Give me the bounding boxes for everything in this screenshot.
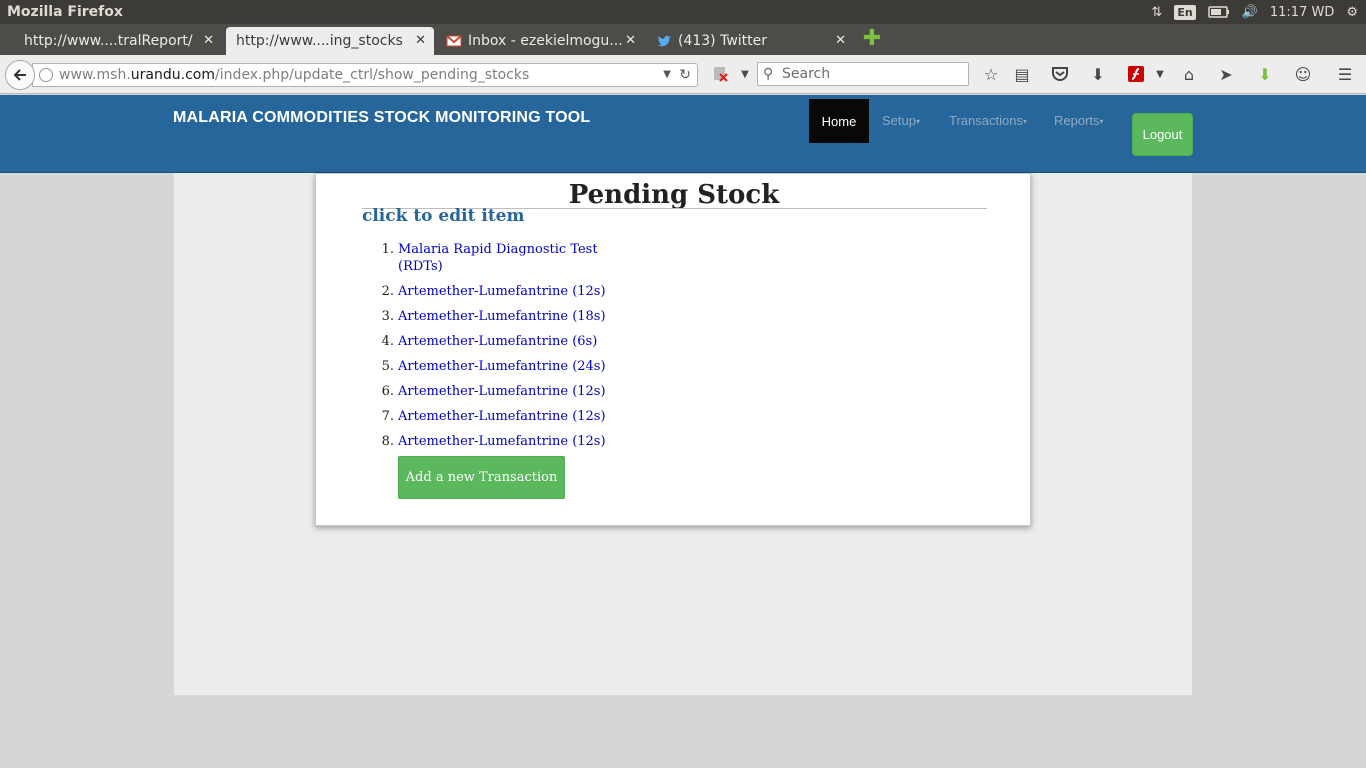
nav-transactions-label: Transactions (949, 113, 1023, 128)
gmail-icon (446, 33, 462, 49)
list-item: 1. Malaria Rapid Diagnostic Test (RDTs) (374, 241, 634, 275)
tab-label: Inbox - ezekielmogu... (468, 33, 623, 49)
tab-label: http://www....tralReport/ (24, 33, 193, 49)
add-transaction-button[interactable]: Add a new Transaction (398, 456, 565, 499)
close-tab-icon[interactable]: ✕ (415, 33, 426, 48)
window-title: Mozilla Firefox (7, 4, 123, 20)
subtitle: click to edit item (362, 206, 525, 226)
item-link[interactable]: Malaria Rapid Diagnostic Test (RDTs) (398, 242, 598, 274)
item-link[interactable]: Artemether-Lumefantrine (24s) (398, 359, 606, 374)
url-host: urandu.com (130, 67, 215, 83)
item-number: 3. (381, 309, 394, 324)
reading-list-icon[interactable]: ▤ (1012, 64, 1032, 84)
green-download-icon[interactable]: ⬇ (1255, 64, 1275, 84)
item-number: 4. (381, 334, 394, 349)
list-item: 2. Artemether-Lumefantrine (12s) (374, 283, 634, 300)
list-item: 7. Artemether-Lumefantrine (12s) (374, 408, 634, 425)
search-field[interactable]: ⚲ Search (757, 62, 969, 86)
nav-setup-dropdown[interactable]: Setup▾ (882, 113, 920, 128)
os-top-panel: Mozilla Firefox ⇅ En 🔊 11:17 WD ⚙ (0, 0, 1366, 24)
tab-strip: http://www....tralReport/ ✕ http://www..… (0, 24, 1366, 55)
system-tray: ⇅ En 🔊 11:17 WD ⚙ (1151, 0, 1358, 24)
nav-setup-label: Setup (882, 113, 916, 128)
tab-central-report[interactable]: http://www....tralReport/ ✕ (14, 27, 222, 55)
nav-reports-label: Reports (1054, 113, 1100, 128)
tab-pending-stocks[interactable]: http://www....ing_stocks ✕ (226, 27, 434, 55)
close-tab-icon[interactable]: ✕ (835, 33, 846, 48)
item-number: 6. (381, 384, 394, 399)
list-item: 5. Artemether-Lumefantrine (24s) (374, 358, 634, 375)
flash-dropdown-icon[interactable]: ▼ (1150, 64, 1170, 84)
tab-label: http://www....ing_stocks (236, 33, 403, 49)
settings-gear-icon[interactable]: ⚙ (1346, 5, 1358, 20)
item-number: 2. (381, 284, 394, 299)
list-item: 8. Artemether-Lumefantrine (12s) (374, 433, 634, 450)
keyboard-language-indicator[interactable]: En (1174, 4, 1196, 20)
pending-stock-panel: Pending Stock click to edit item 1. Malar… (315, 173, 1031, 526)
search-icon: ⚲ (763, 66, 774, 82)
reload-icon[interactable]: ↻ (679, 64, 691, 86)
nav-transactions-dropdown[interactable]: Transactions▾ (949, 113, 1027, 128)
item-number: 1. (381, 242, 394, 257)
pending-items-list: 1. Malaria Rapid Diagnostic Test (RDTs) 2… (374, 241, 634, 458)
item-link[interactable]: Artemether-Lumefantrine (18s) (398, 309, 606, 324)
back-button[interactable] (5, 60, 35, 90)
url-prefix: www.msh. (59, 67, 131, 83)
send-paper-plane-icon[interactable]: ➤ (1216, 64, 1236, 84)
site-identity-globe-icon[interactable] (39, 68, 53, 82)
item-link[interactable]: Artemether-Lumefantrine (12s) (398, 434, 606, 449)
item-link[interactable]: Artemether-Lumefantrine (12s) (398, 284, 606, 299)
addon-dropdown-icon[interactable]: ▼ (735, 64, 755, 84)
tab-label: (413) Twitter (678, 33, 768, 49)
volume-icon[interactable]: 🔊 (1242, 5, 1258, 20)
tab-twitter[interactable]: (413) Twitter ✕ (646, 27, 854, 55)
url-path: /index.php/update_ctrl/show_pending_stoc… (214, 67, 530, 83)
pocket-icon[interactable] (1050, 64, 1070, 84)
logout-button[interactable]: Logout (1132, 113, 1193, 156)
item-link[interactable]: Artemether-Lumefantrine (12s) (398, 409, 606, 424)
list-item: 6. Artemether-Lumefantrine (12s) (374, 383, 634, 400)
menu-hamburger-icon[interactable]: ☰ (1335, 64, 1355, 84)
search-placeholder: Search (782, 66, 831, 82)
list-item: 4. Artemether-Lumefantrine (6s) (374, 333, 634, 350)
clock[interactable]: 11:17 WD (1270, 5, 1334, 20)
url-history-dropdown-icon[interactable]: ▼ (663, 64, 671, 86)
addon-blocked-icon[interactable] (710, 64, 730, 84)
list-item: 3. Artemether-Lumefantrine (18s) (374, 308, 634, 325)
network-icon[interactable]: ⇅ (1151, 5, 1162, 20)
web-page: MALARIA COMMODITIES STOCK MONITORING TOO… (0, 95, 1366, 768)
bookmark-star-icon[interactable]: ☆ (981, 64, 1001, 84)
item-link[interactable]: Artemether-Lumefantrine (12s) (398, 384, 606, 399)
item-number: 8. (381, 434, 394, 449)
hello-chat-icon[interactable]: ☺ (1293, 64, 1313, 84)
caret-down-icon: ▾ (1022, 117, 1027, 127)
close-tab-icon[interactable]: ✕ (625, 33, 636, 48)
url-bar[interactable]: www.msh.urandu.com/index.php/update_ctrl… (32, 63, 698, 87)
close-tab-icon[interactable]: ✕ (203, 33, 214, 48)
item-number: 5. (381, 359, 394, 374)
new-tab-plus-icon[interactable]: ✚ (862, 28, 882, 50)
home-icon[interactable]: ⌂ (1179, 64, 1199, 84)
item-link[interactable]: Artemether-Lumefantrine (6s) (398, 334, 597, 349)
tab-gmail-inbox[interactable]: Inbox - ezekielmogu... ✕ (436, 27, 644, 55)
caret-down-icon: ▾ (1099, 117, 1104, 127)
back-arrow-icon (13, 69, 26, 81)
app-navbar: MALARIA COMMODITIES STOCK MONITORING TOO… (0, 95, 1366, 173)
downloads-icon[interactable]: ⬇ (1088, 64, 1108, 84)
nav-reports-dropdown[interactable]: Reports▾ (1054, 113, 1104, 128)
app-brand[interactable]: MALARIA COMMODITIES STOCK MONITORING TOO… (173, 109, 590, 127)
flash-icon[interactable] (1126, 64, 1146, 84)
battery-icon[interactable] (1207, 6, 1230, 18)
twitter-bird-icon (656, 33, 672, 49)
nav-home[interactable]: Home (809, 99, 869, 143)
caret-down-icon: ▾ (915, 117, 920, 127)
item-number: 7. (381, 409, 394, 424)
